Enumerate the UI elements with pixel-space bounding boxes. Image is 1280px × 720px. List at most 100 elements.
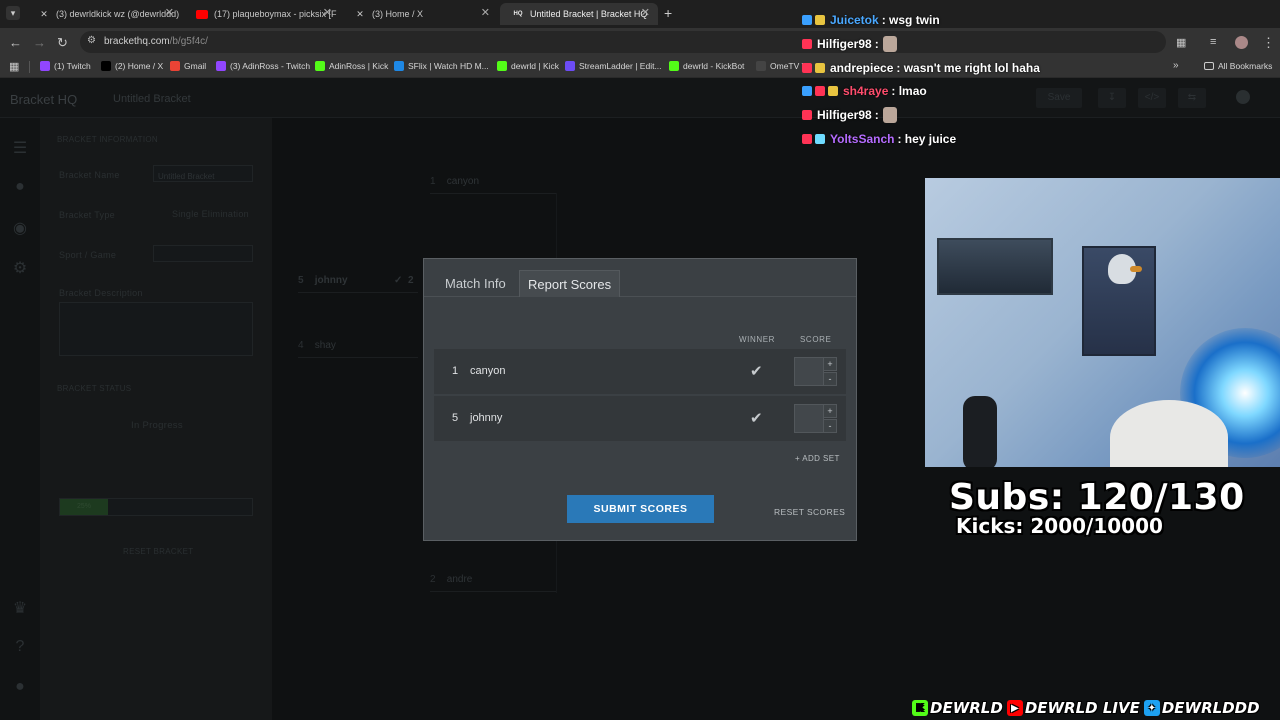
winner-check-icon[interactable]: ✔: [750, 362, 763, 380]
bracket-name-value: Untitled Bracket: [158, 172, 215, 181]
palette-icon[interactable]: ◉: [10, 218, 30, 238]
crown-icon[interactable]: ♛: [10, 598, 30, 618]
profile-avatar[interactable]: [1235, 36, 1248, 49]
reset-scores-button[interactable]: RESET SCORES: [774, 507, 845, 517]
score-decrement-button[interactable]: -: [823, 372, 837, 386]
bracket-slot[interactable]: 1 canyon: [430, 176, 556, 194]
apps-grid-icon[interactable]: ▦: [9, 60, 19, 73]
bracket-info-panel: BRACKET INFORMATION Bracket Name Untitle…: [40, 118, 272, 720]
progress-bar: 25%: [59, 498, 253, 516]
bookmarks-divider: [29, 61, 30, 73]
media-icon[interactable]: ≡: [1210, 36, 1216, 48]
chat-username: Hilfiger98: [817, 37, 872, 51]
close-tab-icon[interactable]: ✕: [641, 6, 650, 19]
score-input[interactable]: [794, 404, 824, 433]
bracket-type-value[interactable]: Single Elimination: [172, 209, 249, 219]
theme-toggle-icon[interactable]: ●: [10, 678, 30, 698]
bookmark-item[interactable]: (2) Home / X: [101, 61, 163, 71]
bookmark-item[interactable]: (1) Twitch: [40, 61, 91, 71]
chat-text: : wasn't me right lol haha: [896, 61, 1040, 75]
browser-tab-active[interactable]: HQ Untitled Bracket | Bracket HQ ✕: [500, 3, 658, 25]
close-tab-icon[interactable]: ✕: [481, 6, 490, 19]
chat-badge-icon: [815, 134, 825, 144]
chat-badge-icon: [828, 86, 838, 96]
bookmark-item[interactable]: StreamLadder | Edit...: [565, 61, 662, 71]
help-icon[interactable]: ?: [10, 638, 30, 658]
chat-username: YoltsSanch: [830, 132, 895, 146]
winner-check-icon[interactable]: ✔: [750, 409, 763, 427]
bookmark-item[interactable]: Gmail: [170, 61, 206, 71]
social-youtube: ▶ DEWRLD LIVE: [1006, 699, 1140, 717]
chat-badges: [802, 86, 838, 96]
score-input[interactable]: [794, 357, 824, 386]
share-icon[interactable]: ⇆: [1178, 88, 1206, 108]
bookmark-item[interactable]: dewrld - KickBot: [669, 61, 744, 71]
bracket-name-input[interactable]: Untitled Bracket: [153, 165, 253, 182]
download-icon[interactable]: ↧: [1098, 88, 1126, 108]
submit-scores-button[interactable]: SUBMIT SCORES: [567, 495, 714, 523]
slot-name: canyon: [446, 176, 480, 187]
bookmark-item[interactable]: (3) AdinRoss - Twitch: [216, 61, 310, 71]
slot-name: andre: [446, 574, 473, 585]
save-button[interactable]: Save: [1036, 88, 1082, 108]
tab-match-info[interactable]: Match Info: [437, 270, 514, 297]
bracket-slot[interactable]: 4 shay: [298, 340, 418, 358]
score-decrement-button[interactable]: -: [823, 419, 837, 433]
youtube-icon: ▶: [1006, 700, 1023, 716]
forward-icon[interactable]: →: [33, 35, 46, 50]
all-bookmarks[interactable]: All Bookmarks: [1204, 61, 1272, 71]
app-header: Bracket HQ Untitled Bracket Save ↧ </> ⇆: [0, 78, 1280, 118]
extensions-icon[interactable]: ▦: [1176, 36, 1186, 49]
bookmark-label: dewrld - KickBot: [683, 61, 745, 71]
chat-text: : wsg twin: [881, 13, 940, 27]
tab-search-button[interactable]: ▾: [6, 6, 20, 20]
bookmark-item[interactable]: dewrld | Kick: [497, 61, 559, 71]
score-row: 1 canyon ✔ + -: [434, 349, 846, 394]
browser-tab[interactable]: ✕ (3) Home / X ✕: [342, 3, 498, 25]
reload-icon[interactable]: ↻: [57, 35, 68, 51]
kick-icon: K: [912, 700, 928, 716]
site-info-icon[interactable]: ⚙: [87, 35, 96, 46]
slot-name: johnny: [314, 275, 348, 286]
bracket-description-input[interactable]: [59, 302, 253, 356]
chat-badge-icon: [802, 63, 812, 73]
bracket-icon[interactable]: ☰: [10, 138, 30, 158]
close-tab-icon[interactable]: ✕: [323, 6, 332, 19]
new-tab-button[interactable]: +: [664, 5, 672, 21]
chat-username: andrepiece: [830, 61, 894, 75]
user-avatar[interactable]: [1236, 90, 1250, 104]
browser-tab[interactable]: (17) plaqueboymax - picksix [F ✕: [184, 3, 340, 25]
score-increment-button[interactable]: +: [823, 404, 837, 418]
bookmark-label: AdinRoss | Kick: [329, 61, 389, 71]
slot-seed: 4: [298, 340, 304, 351]
twitter-icon: ✦: [1143, 700, 1160, 716]
social-handles: K DEWRLD ▶ DEWRLD LIVE ✦ DEWRLDDD: [912, 697, 1260, 719]
reset-bracket-button[interactable]: RESET BRACKET: [123, 547, 193, 556]
brand-logo[interactable]: Bracket HQ: [10, 92, 77, 107]
teams-icon[interactable]: ●: [10, 178, 30, 198]
chat-badge-icon: [802, 134, 812, 144]
url-bar[interactable]: ⚙: [80, 31, 1166, 53]
back-icon[interactable]: ←: [9, 35, 22, 50]
add-set-button[interactable]: + ADD SET: [795, 454, 840, 463]
bracket-slot[interactable]: 2 andre: [430, 574, 556, 592]
chat-message: andrepiece: wasn't me right lol haha: [802, 59, 1040, 77]
chat-message: sh4raye: lmao: [802, 82, 927, 100]
bookmark-item[interactable]: SFlix | Watch HD M...: [394, 61, 489, 71]
settings-gear-icon[interactable]: ⚙: [10, 258, 30, 278]
winner-column-header: WINNER: [739, 335, 776, 344]
social-kick: K DEWRLD: [912, 699, 1003, 717]
bookmark-item[interactable]: AdinRoss | Kick: [315, 61, 388, 71]
score-row: 5 johnny ✔ + -: [434, 396, 846, 441]
menu-icon[interactable]: ⋮: [1262, 35, 1275, 51]
chat-emote-icon: [882, 36, 897, 52]
sport-game-input[interactable]: [153, 245, 253, 262]
chat-badge-icon: [802, 39, 812, 49]
embed-icon[interactable]: </>: [1138, 88, 1166, 108]
close-tab-icon[interactable]: ✕: [165, 6, 174, 19]
score-increment-button[interactable]: +: [823, 357, 837, 371]
bracket-slot[interactable]: 5 johnny ✓ 2: [298, 275, 418, 293]
bookmarks-overflow-icon[interactable]: »: [1173, 60, 1179, 71]
browser-tab[interactable]: ✕ (3) dewrldkick wz (@dewrlddd) ✕: [26, 3, 182, 25]
tab-report-scores[interactable]: Report Scores: [519, 270, 621, 297]
